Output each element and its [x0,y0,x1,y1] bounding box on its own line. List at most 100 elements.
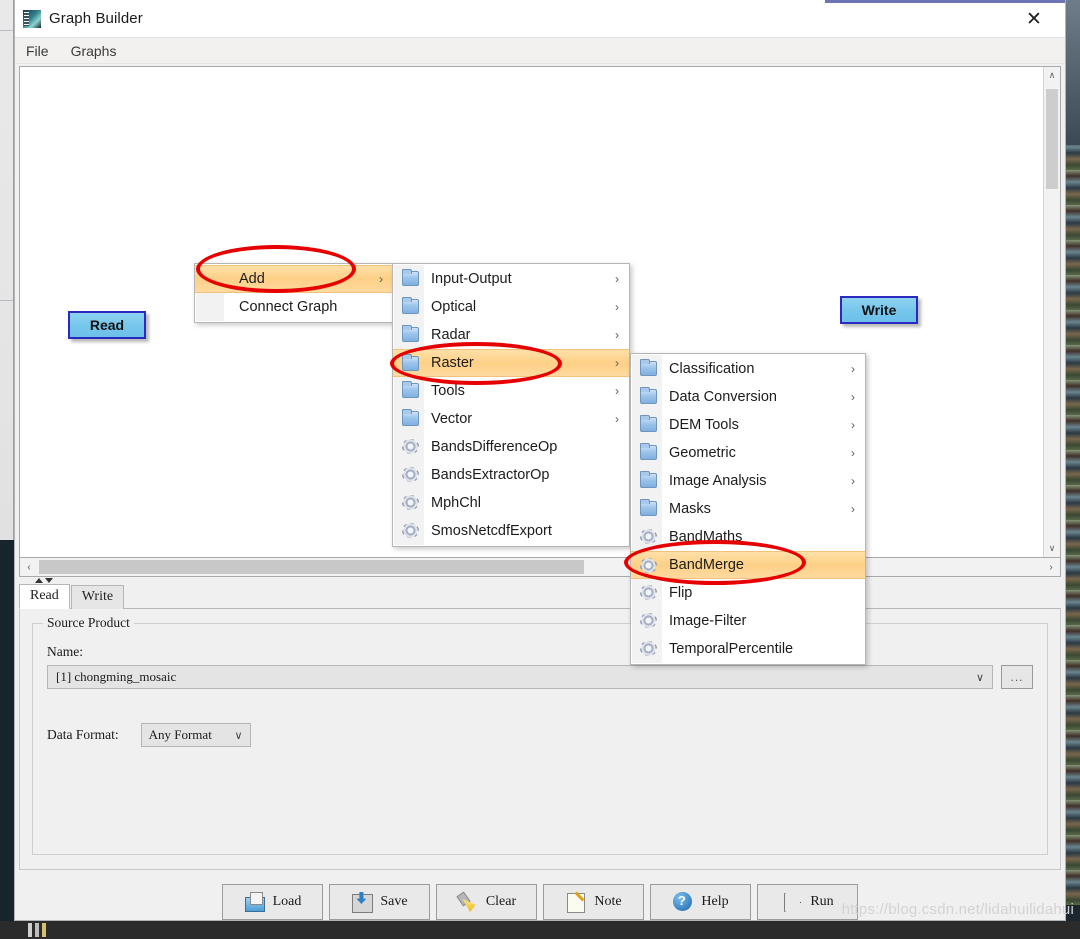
tab-read[interactable]: Read [19,584,70,609]
splitter-up-icon[interactable] [35,578,43,583]
clear-button-label: Clear [485,894,517,909]
scroll-down-icon[interactable]: ∨ [1044,540,1060,557]
menu-item-label: MphChl [431,495,481,511]
close-icon[interactable]: ✕ [1013,7,1055,31]
gear-icon [402,439,419,454]
tab-write[interactable]: Write [70,585,125,609]
menu-file[interactable]: File [15,40,60,62]
source-product-select[interactable]: [1] chongming_mosaic ∨ [47,665,993,689]
menu-item-flip[interactable]: Flip [631,579,865,607]
source-product-title: Source Product [43,615,134,631]
menu-item-data-conversion[interactable]: Data Conversion › [631,383,865,411]
chevron-down-icon: ∨ [975,671,984,684]
submenu-arrow-icon: › [851,446,855,460]
save-button[interactable]: Save [329,884,430,920]
graph-node-write[interactable]: Write [840,296,918,324]
help-button[interactable]: Help [650,884,751,920]
panel-splitter[interactable] [19,577,1061,584]
menu-item-label: Radar [431,327,471,343]
menu-item-label: BandMerge [669,557,744,573]
menu-item-mphchl[interactable]: MphChl [393,489,629,517]
save-button-label: Save [380,894,408,909]
folder-icon [640,443,657,460]
gear-icon [640,641,657,656]
menu-item-bandmaths[interactable]: BandMaths [631,523,865,551]
source-product-group: Source Product Name: [1] chongming_mosai… [32,615,1048,855]
menu-item-label: Input-Output [431,271,512,287]
submenu-arrow-icon: › [615,356,619,370]
watermark-text: https://blog.csdn.net/lidahuilidahui [841,901,1074,918]
folder-icon [640,415,657,432]
gear-icon [640,585,657,600]
note-button[interactable]: Note [543,884,644,920]
scroll-left-icon[interactable]: ‹ [20,558,38,576]
context-menu-level-2[interactable]: Input-Output › Optical › Radar › Raster › Tools ›… [392,263,630,547]
menu-item-vector[interactable]: Vector › [393,405,629,433]
context-menu-level-1[interactable]: Add › Connect Graph [194,263,394,323]
menu-item-image-analysis[interactable]: Image Analysis › [631,467,865,495]
run-button-label: Run [810,894,834,909]
splitter-down-icon[interactable] [45,578,53,583]
menu-item-label: SmosNetcdfExport [431,523,552,539]
menu-item-connect-graph[interactable]: Connect Graph [195,293,393,321]
gear-icon [640,529,657,544]
folder-icon [640,387,657,404]
graph-node-read[interactable]: Read [68,311,146,339]
menu-item-geometric[interactable]: Geometric › [631,439,865,467]
clear-button[interactable]: Clear [436,884,537,920]
load-button[interactable]: Load [222,884,323,920]
desktop-dark-strip [0,540,14,939]
menu-item-bandsdifferenceop[interactable]: BandsDifferenceOp [393,433,629,461]
question-circle-icon [672,891,694,913]
menu-item-add[interactable]: Add › [195,265,393,293]
broom-icon [457,891,479,913]
submenu-arrow-icon: › [379,272,383,286]
menu-item-label: BandMaths [669,529,743,545]
menu-item-label: Image-Filter [669,613,747,629]
menu-item-smosnetcdfexport[interactable]: SmosNetcdfExport [393,517,629,545]
folder-icon [402,409,419,426]
menu-bar: File Graphs [15,38,1065,64]
menu-item-radar[interactable]: Radar › [393,321,629,349]
menu-item-temporalpercentile[interactable]: TemporalPercentile [631,635,865,663]
vscroll-thumb[interactable] [1046,89,1058,189]
folder-icon [402,381,419,398]
menu-item-classification[interactable]: Classification › [631,355,865,383]
folder-icon [402,325,419,342]
canvas-horizontal-scrollbar[interactable]: ‹ › [19,558,1061,577]
name-combo-row: [1] chongming_mosaic ∨ ... [47,665,1033,689]
menu-item-raster[interactable]: Raster › [393,349,629,377]
hscroll-thumb[interactable] [39,560,584,574]
submenu-arrow-icon: › [851,418,855,432]
scroll-right-icon[interactable]: › [1042,558,1060,576]
submenu-arrow-icon: › [615,300,619,314]
menu-item-tools[interactable]: Tools › [393,377,629,405]
properties-tabs: Read Write [19,584,1061,609]
title-bar-accent [825,0,1065,3]
data-format-select[interactable]: Any Format ∨ [140,723,251,747]
menu-item-label: Masks [669,501,711,517]
name-label: Name: [47,644,83,659]
gear-icon [402,467,419,482]
menu-item-label: BandsDifferenceOp [431,439,558,455]
menu-item-bandmerge[interactable]: BandMerge [631,551,865,579]
menu-graphs[interactable]: Graphs [59,40,128,62]
context-menu-level-3[interactable]: Classification › Data Conversion › DEM Tools… [630,353,866,665]
browse-button[interactable]: ... [1001,665,1033,689]
menu-item-label: Optical [431,299,477,315]
menu-item-dem-tools[interactable]: DEM Tools › [631,411,865,439]
folder-icon [640,359,657,376]
menu-item-masks[interactable]: Masks › [631,495,865,523]
menu-item-label: Classification [669,361,755,377]
menu-item-optical[interactable]: Optical › [393,293,629,321]
scroll-up-icon[interactable]: ∧ [1044,67,1060,84]
notepad-pencil-icon [565,891,587,913]
window-title: Graph Builder [49,10,143,27]
canvas-vertical-scrollbar[interactable]: ∧ ∨ [1043,67,1060,557]
folder-icon [402,297,419,314]
menu-item-label: BandsExtractorOp [431,467,550,483]
menu-item-input-output[interactable]: Input-Output › [393,265,629,293]
submenu-arrow-icon: › [615,384,619,398]
menu-item-bandsextractorop[interactable]: BandsExtractorOp [393,461,629,489]
menu-item-image-filter[interactable]: Image-Filter [631,607,865,635]
